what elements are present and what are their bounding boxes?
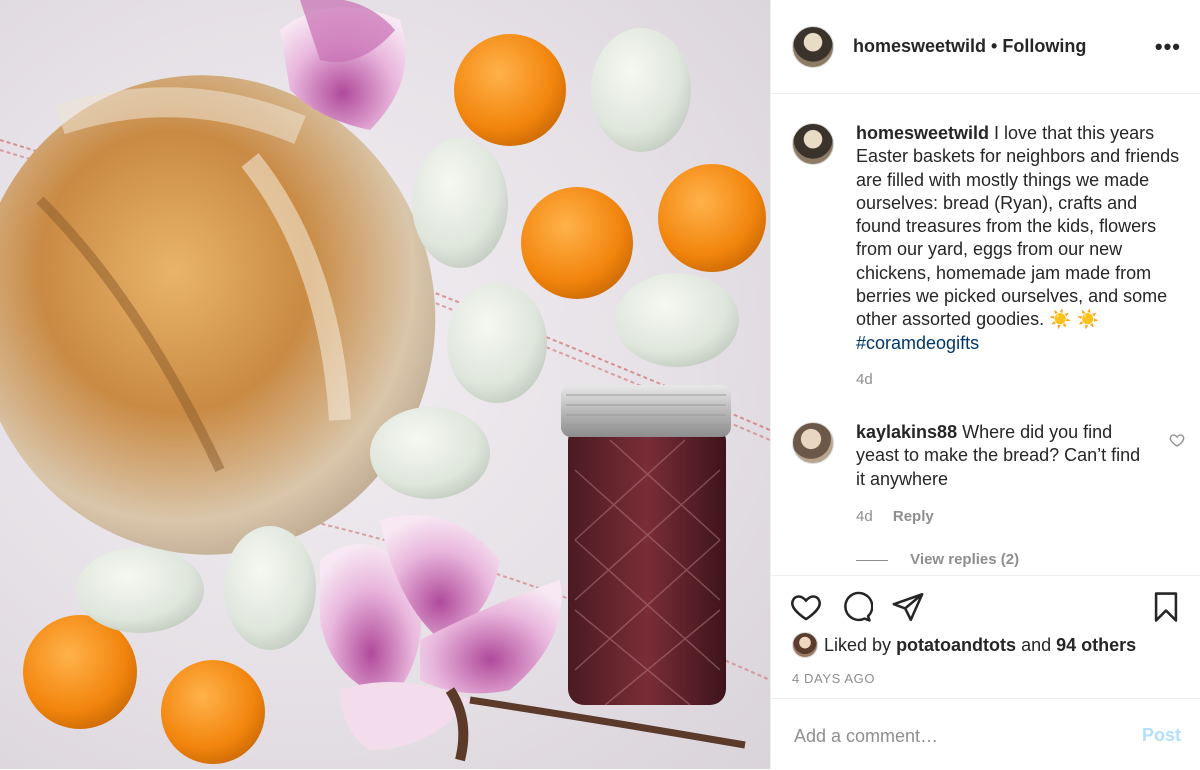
add-comment-bar: Post <box>771 698 1200 770</box>
post-header: homesweetwild • Following ••• <box>771 0 1200 94</box>
comment-age: 4d <box>856 508 873 525</box>
author-username[interactable]: homesweetwild <box>853 36 986 56</box>
comment-meta: 4d Reply <box>856 508 934 525</box>
reply-button[interactable]: Reply <box>893 508 934 525</box>
instagram-post-window: homesweetwild • Following ••• homesweetw… <box>0 0 1200 769</box>
liked-by-others[interactable]: 94 others <box>1056 635 1136 656</box>
post-actions: Liked by potatoandtots and 94 others 4 D… <box>771 575 1200 699</box>
more-options-icon[interactable]: ••• <box>1155 34 1181 60</box>
liked-by-prefix: Liked by <box>824 634 892 655</box>
separator-dot: • <box>991 36 998 56</box>
liked-by-user[interactable]: potatoandtots <box>896 635 1016 656</box>
post-photo[interactable] <box>0 0 770 769</box>
heart-icon[interactable] <box>789 590 823 624</box>
comment-icon[interactable] <box>839 590 873 624</box>
following-button[interactable]: Following <box>1002 36 1086 56</box>
liker-avatar[interactable] <box>792 632 818 658</box>
replies-line <box>856 559 888 561</box>
view-replies-button[interactable]: View replies (2) <box>856 551 1019 568</box>
caption-username[interactable]: homesweetwild <box>856 123 989 143</box>
post-timestamp: 4 DAYS AGO <box>792 671 876 686</box>
post-comment-button[interactable]: Post <box>1142 725 1181 746</box>
view-replies-label: View replies (2) <box>910 551 1020 568</box>
photo-illustration <box>0 0 770 764</box>
likes-summary: Liked by potatoandtots and 94 others <box>792 632 1136 658</box>
caption-hashtag[interactable]: #coramdeogifts <box>856 333 979 353</box>
author-avatar[interactable] <box>792 26 834 68</box>
post-side-panel: homesweetwild • Following ••• homesweetw… <box>770 0 1200 769</box>
post-caption: homesweetwild I love that this years Eas… <box>856 122 1186 355</box>
comment-avatar[interactable] <box>792 422 834 464</box>
comment-input[interactable] <box>792 721 1116 751</box>
caption-age: 4d <box>856 371 873 388</box>
liked-by-and: and <box>1021 634 1052 655</box>
comment-username[interactable]: kaylakins88 <box>856 422 957 442</box>
share-icon[interactable] <box>891 590 925 624</box>
caption-avatar[interactable] <box>792 123 834 165</box>
author-line: homesweetwild • Following <box>853 36 1086 57</box>
bookmark-icon[interactable] <box>1149 590 1183 624</box>
comment: kaylakins88 Where did you find yeast to … <box>856 421 1146 491</box>
comment-like-heart-icon[interactable] <box>1169 432 1185 448</box>
caption-text: I love that this years Easter baskets fo… <box>856 123 1180 330</box>
